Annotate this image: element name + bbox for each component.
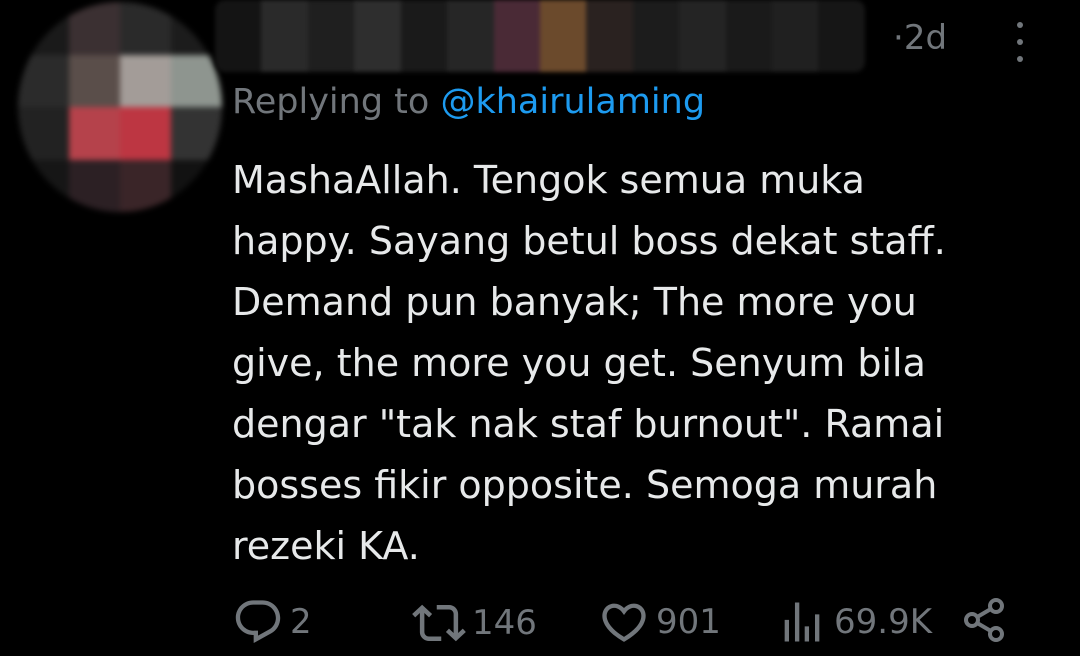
author-name-redacted[interactable] xyxy=(215,0,865,72)
tweet-text-line: bosses fikir opposite. Semoga murah xyxy=(232,463,938,507)
views-icon xyxy=(784,602,820,642)
tweet-text-line: give, the more you get. Senyum bila xyxy=(232,341,926,385)
share-icon xyxy=(964,598,1004,642)
tweet-text: MashaAllah. Tengok semua muka happy. Say… xyxy=(232,150,1032,577)
tweet-action-bar: 2 146 901 69.9K xyxy=(232,596,1022,652)
tweet-text-line: Demand pun banyak; The more you xyxy=(232,280,917,324)
more-options-icon[interactable] xyxy=(1008,22,1032,62)
reply-icon xyxy=(235,600,281,644)
retweet-count: 146 xyxy=(472,603,537,643)
tweet-text-line: dengar "tak nak staf burnout". Ramai xyxy=(232,402,945,446)
tweet-timestamp[interactable]: · 2d xyxy=(893,18,947,58)
tweet-text-line: MashaAllah. Tengok semua muka xyxy=(232,158,865,202)
avatar[interactable] xyxy=(18,2,222,212)
like-count: 901 xyxy=(656,602,721,642)
reply-button[interactable]: 2 xyxy=(232,596,312,648)
reply-count: 2 xyxy=(290,602,312,642)
replying-handle-link[interactable]: @khairulaming xyxy=(440,82,705,122)
views-count: 69.9K xyxy=(834,602,932,642)
tweet-text-line: rezeki KA. xyxy=(232,524,420,568)
replying-prefix: Replying to xyxy=(232,82,441,122)
replying-to: Replying to @khairulaming xyxy=(232,82,705,122)
views-button[interactable]: 69.9K xyxy=(776,596,932,648)
share-button[interactable] xyxy=(960,596,1008,644)
retweet-icon xyxy=(412,604,466,642)
more-dot xyxy=(1017,22,1023,28)
time-separator: · xyxy=(893,18,904,58)
more-dot xyxy=(1017,39,1023,45)
like-button[interactable]: 901 xyxy=(598,596,721,648)
tweet-text-line: happy. Sayang betul boss dekat staff. xyxy=(232,219,946,263)
time-ago: 2d xyxy=(903,18,948,58)
heart-icon xyxy=(602,603,646,642)
retweet-button[interactable]: 146 xyxy=(412,596,537,650)
more-dot xyxy=(1017,56,1023,62)
